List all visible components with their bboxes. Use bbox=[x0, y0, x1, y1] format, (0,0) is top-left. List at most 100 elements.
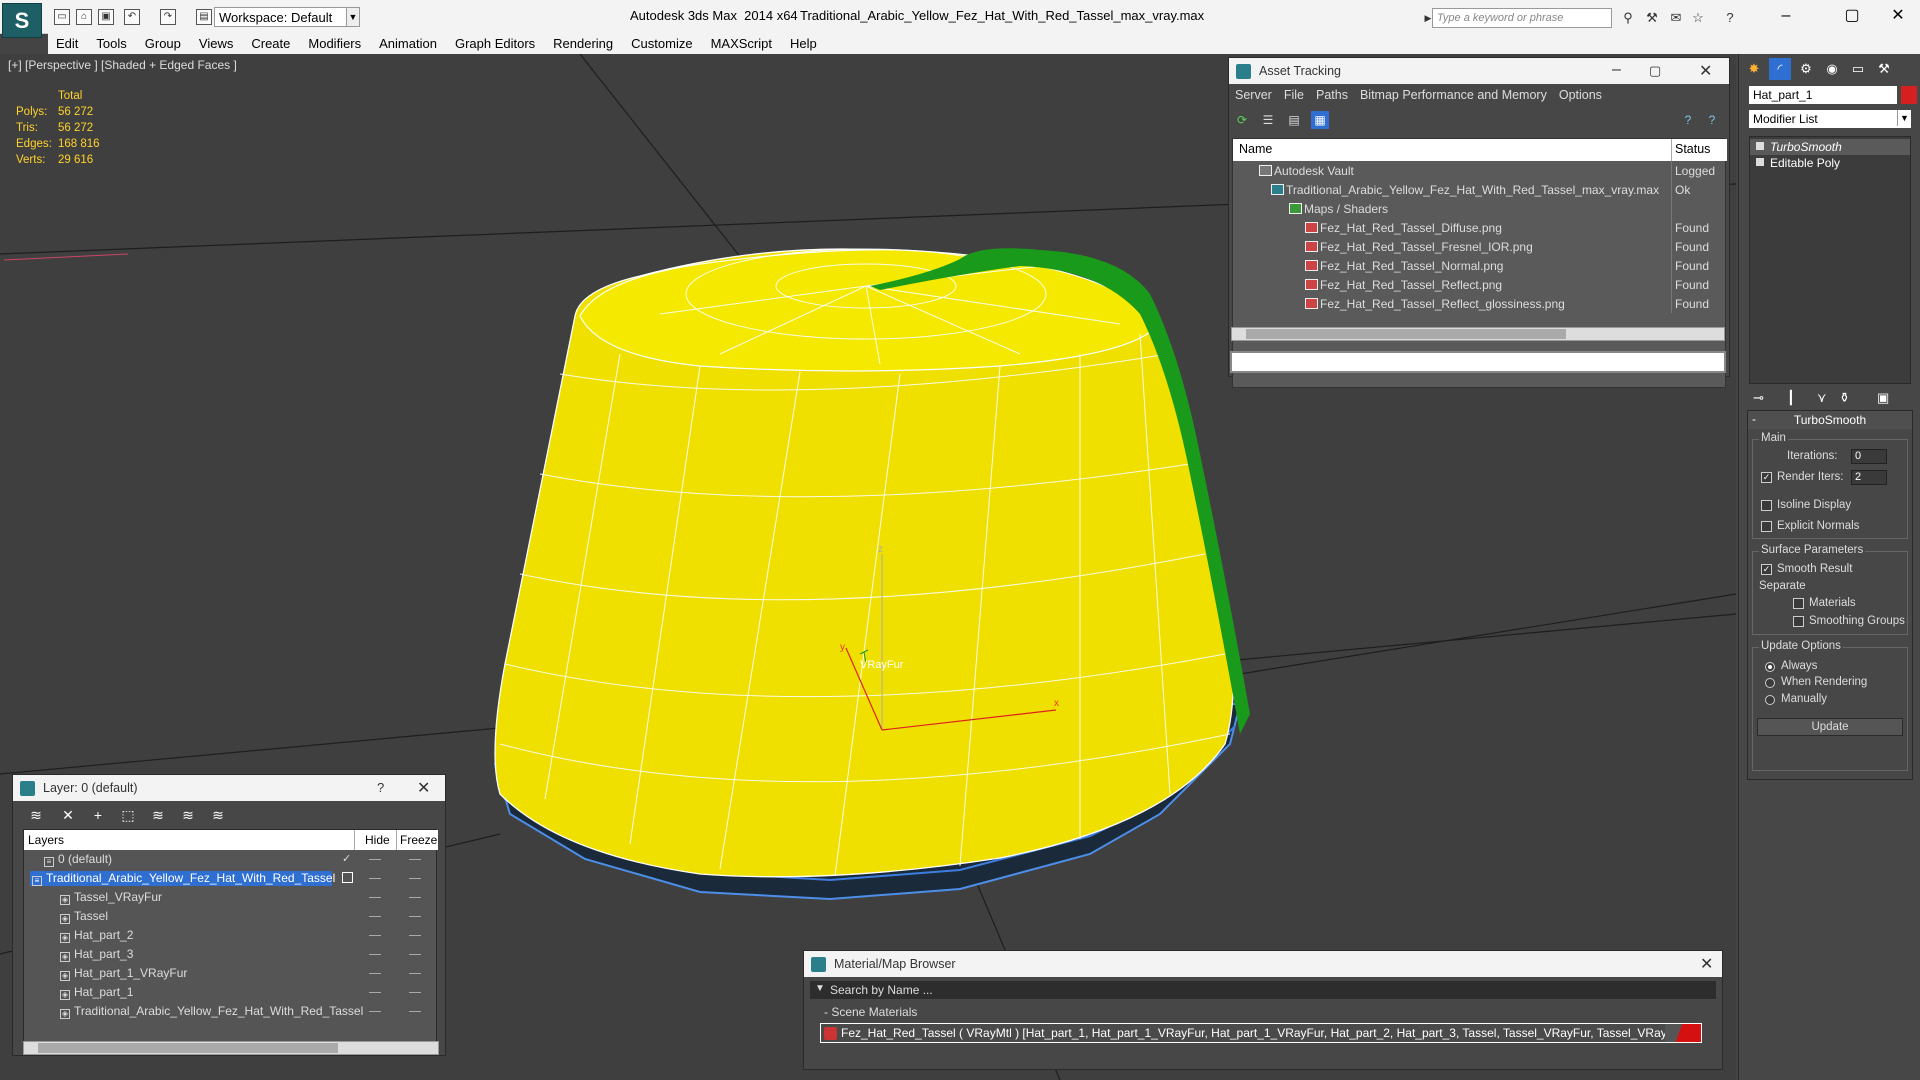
project-folder-icon[interactable]: ▤ bbox=[196, 9, 212, 25]
table-row[interactable]: Fez_Hat_Red_Tassel_Fresnel_IOR.png Found bbox=[1233, 237, 1727, 256]
menu-edit[interactable]: Edit bbox=[48, 33, 88, 54]
layer-row[interactable]: ◈ Tassel_VRayFur bbox=[24, 888, 438, 907]
asset-table-scrollbar[interactable] bbox=[1231, 327, 1725, 341]
make-unique-icon[interactable]: ⋎ bbox=[1817, 390, 1827, 406]
layer-row[interactable]: ≡ 0 (default) ✓ bbox=[24, 850, 438, 869]
hierarchy-tab-icon[interactable]: ⚙ bbox=[1795, 58, 1817, 80]
menu-group[interactable]: Group bbox=[137, 33, 191, 54]
maximize-icon[interactable]: ▢ bbox=[1649, 63, 1661, 79]
close-icon[interactable]: ✕ bbox=[417, 778, 430, 798]
binoculars-icon[interactable]: ⚲ bbox=[1620, 10, 1636, 26]
explicit-normals-checkbox[interactable] bbox=[1761, 521, 1772, 532]
help-icon[interactable]: ? bbox=[377, 780, 384, 795]
undo-icon[interactable]: ↶ bbox=[124, 9, 140, 25]
layer-titlebar[interactable]: Layer: 0 (default) ? ✕ bbox=[13, 775, 445, 801]
stack-item-editable-poly[interactable]: Editable Poly bbox=[1750, 155, 1910, 171]
asset-path-field[interactable] bbox=[1230, 351, 1726, 373]
hide-all-layers-icon[interactable]: ≋ bbox=[179, 807, 197, 823]
close-icon[interactable]: ✕ bbox=[1700, 954, 1713, 974]
isoline-display-checkbox[interactable] bbox=[1761, 500, 1772, 511]
column-status[interactable]: Status bbox=[1675, 142, 1710, 156]
render-iters-checkbox[interactable]: ✓ bbox=[1761, 472, 1772, 483]
menu-modifiers[interactable]: Modifiers bbox=[300, 33, 371, 54]
scrollbar-thumb[interactable] bbox=[1246, 329, 1566, 339]
render-iters-spinner[interactable]: 2 bbox=[1851, 470, 1887, 485]
communication-center-icon[interactable]: ✉ bbox=[1668, 10, 1684, 26]
remove-modifier-icon[interactable]: ⚱ bbox=[1839, 390, 1850, 406]
app-logo-button[interactable]: S bbox=[2, 3, 42, 38]
layer-row[interactable]: ◈ Hat_part_1 bbox=[24, 983, 438, 1002]
light-bulb-icon[interactable] bbox=[1756, 142, 1764, 150]
workspace-dropdown[interactable]: Workspace: Default bbox=[214, 7, 354, 27]
minimize-icon[interactable]: – bbox=[1612, 61, 1621, 79]
minimize-icon[interactable]: – bbox=[1764, 4, 1808, 28]
update-always-radio[interactable] bbox=[1765, 662, 1775, 672]
material-search-input[interactable]: ▼ Search by Name ... bbox=[810, 981, 1716, 999]
set-current-layer-icon[interactable] bbox=[342, 872, 353, 883]
table-row[interactable]: Fez_Hat_Red_Tassel_Reflect.png Found bbox=[1233, 275, 1727, 294]
modify-tab-icon[interactable]: ◜ bbox=[1769, 58, 1791, 80]
table-row[interactable]: Traditional_Arabic_Yellow_Fez_Hat_With_R… bbox=[1233, 180, 1727, 199]
scrollbar-thumb[interactable] bbox=[38, 1043, 338, 1053]
keyword-search-input[interactable]: Type a keyword or phrase bbox=[1432, 8, 1612, 28]
material-browser-titlebar[interactable]: Material/Map Browser ✕ bbox=[804, 951, 1722, 977]
column-freeze[interactable]: Freeze bbox=[400, 833, 437, 847]
subscription-icon[interactable]: ⚒ bbox=[1644, 10, 1660, 26]
menu-customize[interactable]: Customize bbox=[623, 33, 702, 54]
menu-graph-editors[interactable]: Graph Editors bbox=[447, 33, 545, 54]
help-tip-icon[interactable]: ? bbox=[1703, 111, 1721, 129]
menu-animation[interactable]: Animation bbox=[371, 33, 447, 54]
fez-hat-model[interactable] bbox=[493, 248, 1250, 901]
update-when-rendering-radio[interactable] bbox=[1765, 678, 1775, 688]
object-color-swatch[interactable] bbox=[1901, 86, 1917, 104]
search-options-icon[interactable]: ▼ bbox=[815, 983, 825, 994]
modifier-list-dropdown[interactable]: Modifier List ▼ bbox=[1749, 110, 1911, 128]
viewport-label[interactable]: [+] [Perspective ] [Shaded + Edged Faces… bbox=[8, 58, 237, 72]
separate-materials-checkbox[interactable] bbox=[1793, 598, 1804, 609]
close-icon[interactable]: ✕ bbox=[1876, 4, 1920, 28]
chevron-down-icon[interactable]: ▼ bbox=[1897, 110, 1911, 126]
new-file-icon[interactable]: ▭ bbox=[54, 9, 70, 25]
table-view-icon[interactable]: ▦ bbox=[1311, 111, 1329, 129]
scene-materials-section[interactable]: - Scene Materials bbox=[810, 1003, 1716, 1021]
smooth-result-checkbox[interactable]: ✓ bbox=[1761, 564, 1772, 575]
select-objects-icon[interactable]: ⬚ bbox=[119, 807, 137, 823]
utilities-tab-icon[interactable]: ⚒ bbox=[1873, 58, 1895, 80]
table-row[interactable]: Maps / Shaders bbox=[1233, 199, 1727, 218]
object-name-field[interactable]: Hat_part_1 bbox=[1749, 86, 1897, 104]
show-end-result-icon[interactable]: ┃ bbox=[1787, 390, 1795, 406]
layer-row[interactable]: ◈ Tassel bbox=[24, 907, 438, 926]
layer-row[interactable]: ◈ Hat_part_1_VRayFur bbox=[24, 964, 438, 983]
turbosmooth-rollout-header[interactable]: - TurboSmooth bbox=[1748, 411, 1912, 429]
table-row[interactable]: Fez_Hat_Red_Tassel_Diffuse.png Found bbox=[1233, 218, 1727, 237]
close-icon[interactable]: ✕ bbox=[1699, 61, 1712, 81]
motion-tab-icon[interactable]: ◉ bbox=[1821, 58, 1843, 80]
asset-tracking-titlebar[interactable]: Asset Tracking – ▢ ✕ bbox=[1229, 58, 1729, 84]
layer-icon[interactable]: ≋ bbox=[27, 807, 45, 823]
table-row[interactable]: Fez_Hat_Red_Tassel_Reflect_glossiness.pn… bbox=[1233, 294, 1727, 313]
expand-icon[interactable] bbox=[1756, 158, 1764, 166]
help-icon[interactable]: ? bbox=[1679, 111, 1697, 129]
layer-table-scrollbar[interactable] bbox=[23, 1041, 439, 1055]
maximize-icon[interactable]: ▢ bbox=[1830, 4, 1874, 28]
pin-stack-icon[interactable]: ⊸ bbox=[1753, 390, 1764, 406]
update-button[interactable]: Update bbox=[1757, 718, 1903, 736]
column-name[interactable]: Name bbox=[1239, 142, 1272, 156]
help-icon[interactable]: ? bbox=[1722, 10, 1738, 26]
layer-row[interactable]: ◈ Hat_part_3 bbox=[24, 945, 438, 964]
display-tab-icon[interactable]: ▭ bbox=[1847, 58, 1869, 80]
material-list-item[interactable]: Fez_Hat_Red_Tassel ( VRayMtl ) [Hat_part… bbox=[820, 1023, 1702, 1043]
table-row[interactable]: Fez_Hat_Red_Tassel_Normal.png Found bbox=[1233, 256, 1727, 275]
refresh-icon[interactable]: ⟳ bbox=[1233, 111, 1251, 129]
create-tab-icon[interactable]: ✸ bbox=[1743, 58, 1765, 80]
iterations-spinner[interactable]: 0 bbox=[1851, 449, 1887, 464]
menu-file[interactable]: File bbox=[1278, 84, 1310, 106]
workspace-dropdown-arrow-icon[interactable]: ▼ bbox=[346, 7, 360, 27]
menu-help[interactable]: Help bbox=[782, 33, 827, 54]
stack-item-turbosmooth[interactable]: TurboSmooth bbox=[1750, 139, 1910, 155]
menu-options[interactable]: Options bbox=[1553, 84, 1608, 106]
menu-create[interactable]: Create bbox=[243, 33, 300, 54]
delete-layer-icon[interactable]: ✕ bbox=[59, 807, 77, 823]
redo-icon[interactable]: ↷ bbox=[160, 9, 176, 25]
add-layer-icon[interactable]: + bbox=[89, 807, 107, 823]
